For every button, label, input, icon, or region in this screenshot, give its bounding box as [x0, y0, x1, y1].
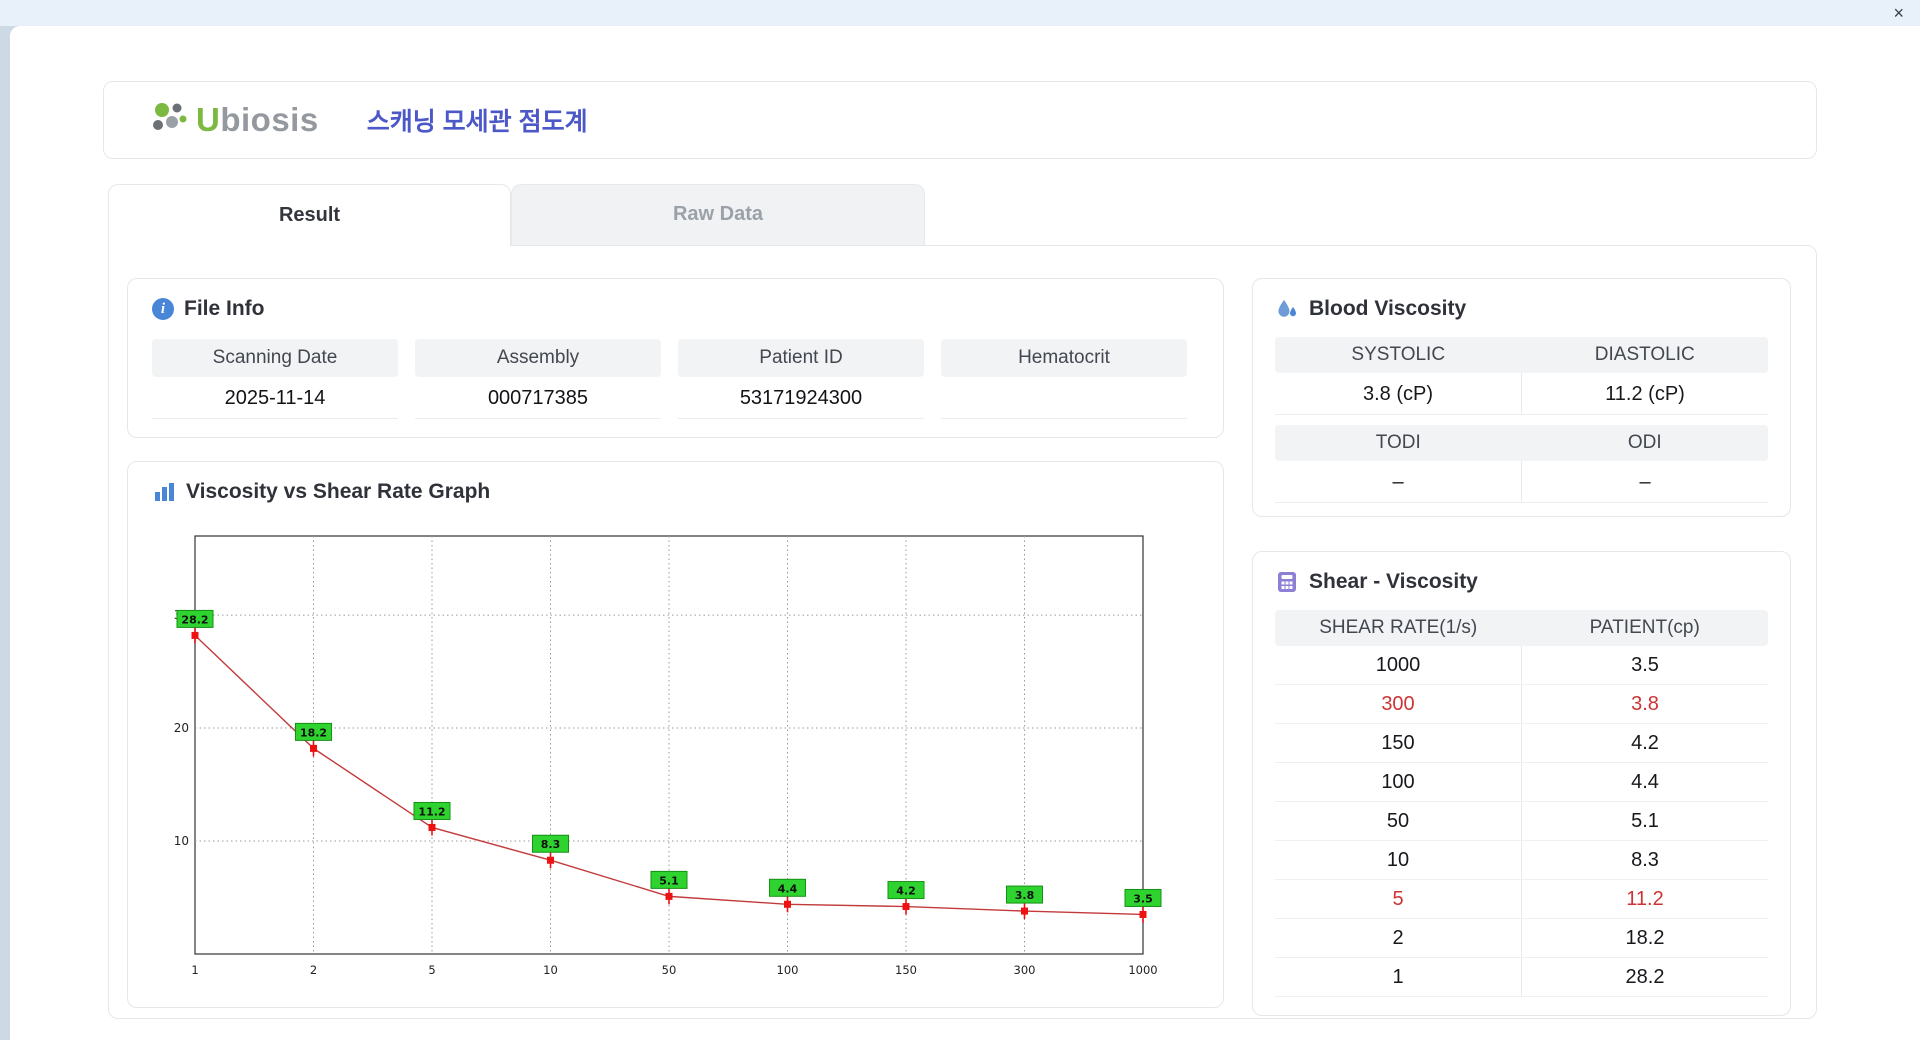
field-label: Patient ID: [678, 339, 924, 377]
shear-viscosity-card: Shear - Viscosity SHEAR RATE(1/s) PATIEN…: [1252, 551, 1791, 1016]
todi-odi-value-row: – –: [1275, 461, 1768, 503]
systolic-header: SYSTOLIC: [1351, 344, 1446, 365]
svg-text:5: 5: [428, 963, 435, 977]
patient-cell: 4.2: [1521, 724, 1768, 762]
blood-viscosity-card: Blood Viscosity SYSTOLIC DIASTOLIC 3.8 (…: [1252, 278, 1791, 517]
patient-cell: 5.1: [1521, 802, 1768, 840]
svg-text:5.1: 5.1: [659, 874, 679, 887]
shear-viscosity-title: Shear - Viscosity: [1309, 570, 1478, 593]
close-icon[interactable]: ×: [1893, 2, 1904, 24]
field-value: [941, 377, 1187, 419]
patient-cell: 18.2: [1521, 919, 1768, 957]
table-row: 100 4.4: [1275, 763, 1768, 802]
patient-cell: 8.3: [1521, 841, 1768, 879]
svg-text:18.2: 18.2: [300, 726, 327, 739]
blood-header-row: SYSTOLIC DIASTOLIC: [1275, 337, 1768, 373]
table-row: 2 18.2: [1275, 919, 1768, 958]
field-hematocrit: Hematocrit: [941, 339, 1187, 419]
shear-table-header: SHEAR RATE(1/s) PATIENT(cp): [1275, 610, 1768, 646]
shear-rate-cell: 10: [1386, 849, 1410, 871]
content-panel: i File Info Scanning Date 2025-11-14 Ass…: [108, 245, 1817, 1019]
svg-text:150: 150: [895, 963, 917, 977]
diastolic-value: 11.2 (cP): [1521, 373, 1768, 414]
viscosity-graph-card: Viscosity vs Shear Rate Graph 1020301251…: [127, 461, 1224, 1008]
table-row: 5 11.2: [1275, 880, 1768, 919]
diastolic-header: DIASTOLIC: [1594, 344, 1695, 365]
svg-text:10: 10: [174, 834, 189, 848]
tab-raw-data[interactable]: Raw Data: [511, 184, 925, 245]
logo-mark-icon: [153, 103, 187, 130]
svg-text:1000: 1000: [1128, 963, 1157, 977]
svg-text:20: 20: [174, 721, 189, 735]
field-value: 000717385: [415, 377, 661, 419]
svg-text:1: 1: [191, 963, 198, 977]
shear-rate-cell: 100: [1381, 771, 1415, 793]
viscosity-chart: 1020301251050100150300100028.218.211.28.…: [174, 535, 1162, 977]
svg-text:4.4: 4.4: [778, 882, 798, 895]
patient-cell: 28.2: [1521, 958, 1768, 996]
todi-value: –: [1392, 471, 1404, 493]
field-value: 53171924300: [678, 377, 924, 419]
svg-text:3.8: 3.8: [1015, 889, 1035, 902]
svg-text:4.2: 4.2: [896, 885, 916, 898]
shear-rate-cell: 300: [1381, 693, 1415, 715]
patient-column-header: PATIENT(cp): [1589, 617, 1700, 638]
patient-cell: 4.4: [1521, 763, 1768, 801]
shear-rate-cell: 150: [1381, 732, 1415, 754]
field-label: Assembly: [415, 339, 661, 377]
field-label: Hematocrit: [941, 339, 1187, 377]
file-info-card: i File Info Scanning Date 2025-11-14 Ass…: [127, 278, 1224, 438]
table-row: 300 3.8: [1275, 685, 1768, 724]
svg-text:2: 2: [310, 963, 317, 977]
bar-chart-icon: [155, 483, 174, 501]
file-info-title: File Info: [184, 297, 265, 320]
table-row: 50 5.1: [1275, 802, 1768, 841]
svg-text:28.2: 28.2: [181, 613, 208, 626]
header: Ubiosis 스캐닝 모세관 점도계: [103, 81, 1817, 159]
svg-text:10: 10: [543, 963, 558, 977]
svg-text:300: 300: [1014, 963, 1036, 977]
odi-value: –: [1521, 461, 1768, 502]
table-row: 1000 3.5: [1275, 646, 1768, 685]
calculator-grid-icon: [1278, 572, 1296, 592]
info-icon: i: [152, 298, 174, 320]
ubiosis-logo: Ubiosis: [150, 100, 319, 140]
file-info-fields: Scanning Date 2025-11-14 Assembly 000717…: [152, 339, 1199, 419]
patient-cell: 3.5: [1521, 646, 1768, 684]
patient-cell: 11.2: [1521, 880, 1768, 918]
systolic-value: 3.8 (cP): [1362, 383, 1434, 405]
svg-text:11.2: 11.2: [418, 805, 445, 818]
shear-rate-cell: 50: [1386, 810, 1410, 832]
field-assembly: Assembly 000717385: [415, 339, 661, 419]
tab-result[interactable]: Result: [108, 184, 511, 246]
graph-title: Viscosity vs Shear Rate Graph: [186, 480, 491, 503]
field-scanning-date: Scanning Date 2025-11-14: [152, 339, 398, 419]
table-row: 150 4.2: [1275, 724, 1768, 763]
svg-text:3.5: 3.5: [1133, 892, 1153, 905]
patient-cell: 3.8: [1521, 685, 1768, 723]
svg-text:100: 100: [777, 963, 799, 977]
table-row: 10 8.3: [1275, 841, 1768, 880]
svg-text:50: 50: [662, 963, 677, 977]
droplet-icon: [1278, 300, 1296, 317]
field-value: 2025-11-14: [152, 377, 398, 419]
field-patient-id: Patient ID 53171924300: [678, 339, 924, 419]
shear-rate-column-header: SHEAR RATE(1/s): [1319, 617, 1478, 638]
blood-value-row: 3.8 (cP) 11.2 (cP): [1275, 373, 1768, 415]
page-title: 스캐닝 모세관 점도계: [366, 108, 588, 136]
odi-header: ODI: [1627, 432, 1662, 453]
logo-text: Ubiosis: [196, 101, 319, 138]
app-window: Ubiosis 스캐닝 모세관 점도계 Result Raw Data i Fi…: [10, 26, 1920, 1040]
table-row: 1 28.2: [1275, 958, 1768, 997]
field-label: Scanning Date: [152, 339, 398, 377]
shear-rate-cell: 1: [1392, 966, 1404, 988]
titlebar: ×: [0, 0, 1920, 26]
todi-odi-header-row: TODI ODI: [1275, 425, 1768, 461]
shear-rate-cell: 2: [1392, 927, 1404, 949]
shear-rate-cell: 5: [1392, 888, 1404, 910]
todi-header: TODI: [1375, 432, 1421, 453]
svg-text:8.3: 8.3: [541, 838, 561, 851]
blood-viscosity-title: Blood Viscosity: [1309, 297, 1467, 320]
shear-rate-cell: 1000: [1375, 654, 1421, 676]
